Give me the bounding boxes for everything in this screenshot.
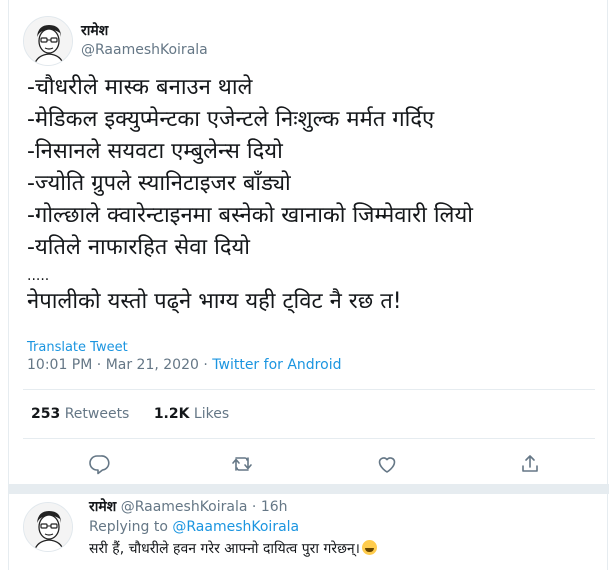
meta-separator: ·: [251, 499, 257, 515]
tweet-card: रामेश @RaameshKoirala -चौधरीले मास्क बना…: [8, 0, 609, 570]
tweet-line: -मेडिकल इक्युप्मेन्टका एजेन्टले निःशुल्क…: [27, 107, 435, 132]
tweet-header: रामेश @RaameshKoirala: [23, 16, 208, 66]
reply-header: रामेश @RaameshKoirala · 16h: [89, 497, 288, 516]
reply-display-name[interactable]: रामेश: [89, 499, 116, 515]
likes-label: Likes: [193, 406, 230, 422]
tweet-stats: 253 Retweets 1.2K Likes: [31, 406, 249, 422]
retweets-label: Retweets: [64, 406, 130, 422]
retweets-stat[interactable]: 253 Retweets: [31, 406, 129, 422]
tweet-time[interactable]: 10:01 PM: [27, 357, 92, 373]
reply-text: सरी हैं, चौधरीले हवन गरेर आफ्नो दायित्व …: [89, 539, 377, 558]
translate-tweet-link[interactable]: Translate Tweet: [27, 340, 128, 355]
divider: [23, 389, 595, 390]
reply-text-body: सरी हैं, चौधरीले हवन गरेर आफ्नो दायित्व …: [89, 541, 360, 557]
tweet-line: -गोल्छाले क्वारेन्टाइनमा बस्नेको खानाको …: [27, 203, 473, 228]
tweet-text: -चौधरीले मास्क बनाउन थाले -मेडिकल इक्युप…: [27, 72, 597, 318]
avatar[interactable]: [23, 16, 73, 66]
avatar-sketch-icon: [24, 17, 72, 65]
name-block: रामेश @RaameshKoirala: [81, 22, 208, 60]
tweet-meta: 10:01 PM · Mar 21, 2020 · Twitter for An…: [27, 357, 341, 373]
reply-time[interactable]: 16h: [261, 499, 288, 515]
retweet-icon[interactable]: [230, 452, 258, 480]
thread-separator: [9, 484, 609, 494]
reply-avatar[interactable]: [23, 502, 73, 552]
user-handle[interactable]: @RaameshKoirala: [81, 40, 208, 60]
face-with-tears-of-joy-emoji: [361, 540, 377, 555]
tweet-date[interactable]: Mar 21, 2020: [106, 357, 199, 373]
replying-to-link[interactable]: @RaameshKoirala: [172, 519, 299, 535]
divider: [23, 438, 595, 439]
avatar-sketch-icon: [24, 503, 72, 551]
tweet-line: -ज्योति ग्रुपले स्यानिटाइजर बाँड्यो: [27, 171, 291, 196]
tweet-dots: .....: [27, 268, 50, 284]
tweet-source-link[interactable]: Twitter for Android: [212, 357, 341, 373]
retweets-count: 253: [31, 406, 61, 422]
reply-user-handle[interactable]: @RaameshKoirala: [121, 499, 248, 515]
tweet-line: -निसानले सयवटा एम्बुलेन्स दियो: [27, 139, 283, 164]
likes-stat[interactable]: 1.2K Likes: [154, 406, 229, 422]
meta-separator: ·: [96, 357, 102, 373]
replying-to: Replying to @RaameshKoirala: [89, 519, 299, 535]
like-icon[interactable]: [375, 452, 403, 480]
reply-icon[interactable]: [87, 452, 115, 480]
tweet-actions: [9, 446, 609, 486]
replying-prefix: Replying to: [89, 519, 168, 535]
share-icon[interactable]: [518, 452, 546, 480]
likes-count: 1.2K: [153, 406, 190, 422]
tweet-line: -चौधरीले मास्क बनाउन थाले: [27, 75, 253, 100]
tweet-line: -यतिले नाफारहित सेवा दियो: [27, 235, 250, 260]
display-name[interactable]: रामेश: [81, 22, 208, 40]
tweet-closing-line: नेपालीको यस्तो पढ्ने भाग्य यही ट्विट नै …: [27, 289, 402, 314]
meta-separator: ·: [203, 357, 208, 373]
